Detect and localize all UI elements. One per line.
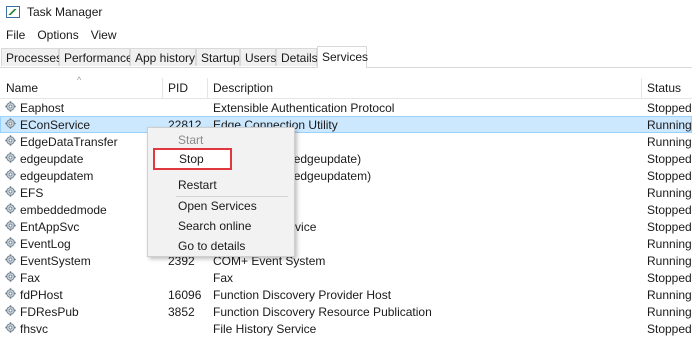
service-pid: 3852 [168, 305, 195, 319]
menu-open-services[interactable]: Open Services [178, 199, 257, 213]
column-name[interactable]: Name [6, 81, 38, 95]
table-row[interactable]: embeddedmode Stopped [0, 201, 692, 218]
service-name: EntAppSvc [20, 220, 80, 234]
service-description: Function Discovery Resource Publication [213, 305, 432, 319]
menu-file[interactable]: File [0, 28, 31, 42]
service-status: Stopped [647, 152, 692, 166]
service-status: Running [647, 186, 692, 200]
table-row[interactable]: EntAppSvcanagement ServiceStopped [0, 218, 692, 235]
title-bar: Task Manager [0, 0, 692, 24]
tab-processes[interactable]: Processes [1, 48, 62, 66]
menu-search-online[interactable]: Search online [178, 219, 251, 233]
service-status: Stopped [647, 220, 692, 234]
service-status: Stopped [647, 101, 692, 115]
tab-app-history[interactable]: App history [130, 48, 196, 66]
service-status: Running [647, 305, 692, 319]
table-row[interactable]: EConService 22812 Edge Connection Utility R… [0, 116, 692, 133]
tab-strip: Processes Performance App history Startu… [0, 46, 692, 68]
table-row[interactable]: Eaphost Extensible Authentication Protoco… [0, 99, 692, 116]
column-divider[interactable] [207, 78, 208, 98]
column-header: ^ Name PID Description Status [0, 75, 692, 99]
service-name: fhsvc [20, 322, 49, 336]
service-name: EConService [20, 118, 91, 132]
table-row[interactable]: EFSystem (EFS)Running [0, 184, 692, 201]
service-description: Function Discovery Provider Host [213, 288, 392, 302]
table-row[interactable]: EdgeDataTransfererRunning [0, 133, 692, 150]
service-gear-icon [5, 237, 16, 248]
tab-startup[interactable]: Startup [196, 48, 240, 66]
service-name: Fax [20, 271, 41, 285]
menu-go-to-details[interactable]: Go to details [178, 239, 245, 253]
menu-start: Start [178, 133, 204, 147]
menu-stop[interactable]: Stop [179, 152, 204, 166]
service-description: Fax [213, 271, 234, 285]
service-name: EventLog [20, 237, 71, 251]
tab-users[interactable]: Users [240, 48, 276, 66]
service-gear-icon [5, 220, 16, 231]
menu-view[interactable]: View [85, 28, 123, 42]
service-name: edgeupdatem [20, 169, 94, 183]
service-status: Stopped [647, 169, 692, 183]
service-status: Stopped [647, 322, 692, 336]
service-description: Extensible Authentication Protocol [213, 101, 395, 115]
service-gear-icon [5, 118, 16, 129]
table-row[interactable]: edgeupdatepdate Service (edgeupdate)Stop… [0, 150, 692, 167]
service-gear-icon [5, 101, 16, 112]
sort-ascending-icon: ^ [77, 75, 82, 85]
service-name: fdPHost [20, 288, 63, 302]
service-name: Eaphost [20, 101, 65, 115]
menu-options[interactable]: Options [31, 28, 84, 42]
window-title: Task Manager [27, 5, 103, 19]
service-status: Stopped [647, 271, 692, 285]
column-divider[interactable] [641, 78, 642, 98]
table-row[interactable]: Fax Fax Stopped [0, 269, 692, 286]
tab-details[interactable]: Details [276, 48, 318, 66]
service-status: Running [647, 288, 692, 302]
service-gear-icon [5, 135, 16, 146]
table-row[interactable]: edgeupdatempdate Service (edgeupdatem)St… [0, 167, 692, 184]
service-status: Running [647, 254, 692, 268]
table-row[interactable]: fdPHost 16096 Function Discovery Provider … [0, 286, 692, 303]
service-gear-icon [5, 186, 16, 197]
service-description: File History Service [213, 322, 317, 336]
table-row[interactable]: FDResPub 3852 Function Discovery Resource … [0, 303, 692, 320]
table-row[interactable]: EventLogogRunning [0, 235, 692, 252]
menu-stop-highlighted[interactable]: Stop [153, 148, 232, 170]
menu-restart[interactable]: Restart [178, 178, 217, 192]
service-gear-icon [5, 152, 16, 163]
tab-services[interactable]: Services [317, 46, 368, 68]
column-description[interactable]: Description [213, 81, 273, 95]
service-name: EFS [20, 186, 44, 200]
menu-bar: File Options View [0, 26, 123, 44]
tab-performance[interactable]: Performance [59, 48, 133, 66]
task-manager-icon [6, 6, 20, 18]
service-name: FDResPub [20, 305, 79, 319]
column-status[interactable]: Status [647, 81, 681, 95]
service-gear-icon [5, 305, 16, 316]
service-gear-icon [5, 254, 16, 265]
context-menu: Start Restart Open Services Search onlin… [147, 127, 295, 257]
service-name: EventSystem [20, 254, 91, 268]
menu-separator [176, 196, 288, 197]
table-row[interactable]: EventSystem 2392 COM+ Event System Running [0, 252, 692, 269]
service-gear-icon [5, 271, 16, 282]
column-pid[interactable]: PID [168, 81, 188, 95]
service-gear-icon [5, 288, 16, 299]
service-name: EdgeDataTransfer [20, 135, 118, 149]
service-name: embeddedmode [20, 203, 107, 217]
service-pid: 16096 [168, 288, 202, 302]
service-name: edgeupdate [20, 152, 84, 166]
service-gear-icon [5, 322, 16, 333]
service-status: Running [647, 237, 692, 251]
column-divider[interactable] [162, 78, 163, 98]
service-status: Stopped [647, 203, 692, 217]
service-gear-icon [5, 169, 16, 180]
service-status: Running [647, 135, 692, 149]
service-gear-icon [5, 203, 16, 214]
service-status: Running [647, 118, 692, 132]
